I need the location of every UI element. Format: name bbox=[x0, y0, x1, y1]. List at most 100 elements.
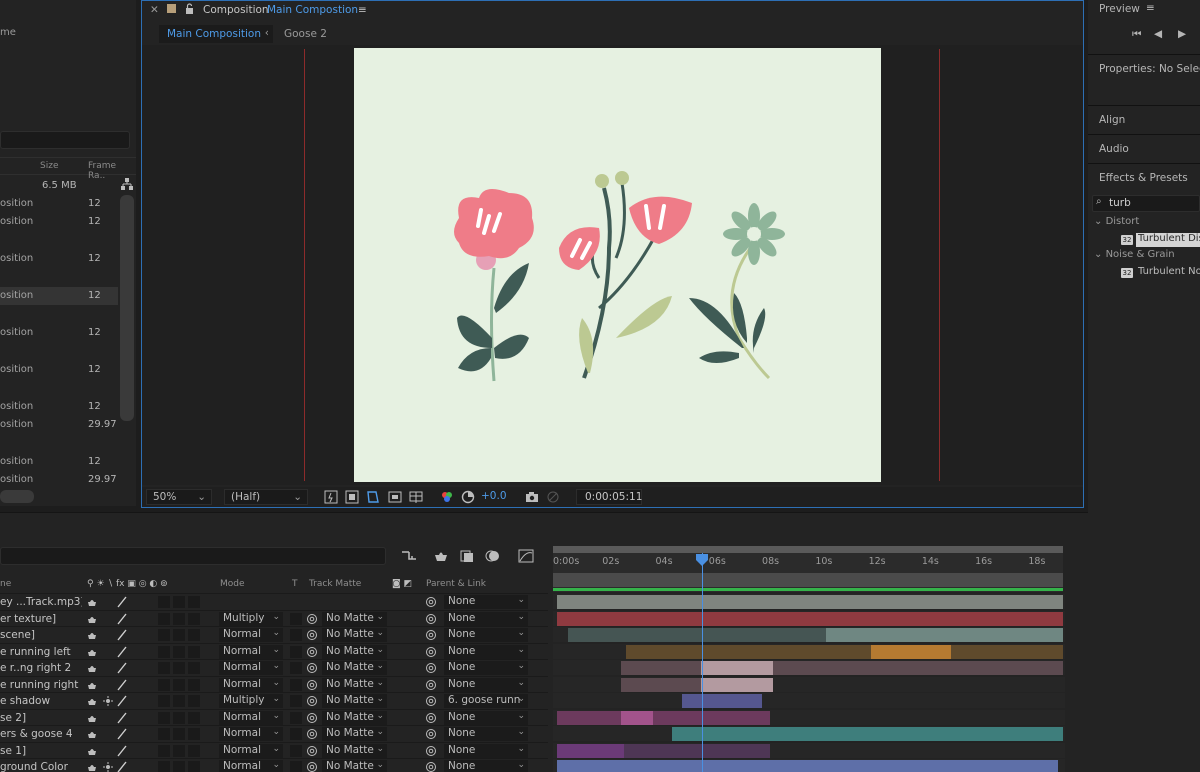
preserve-transparency-box[interactable] bbox=[290, 662, 302, 674]
shy-switch-icon[interactable] bbox=[86, 662, 98, 674]
shy-switch-icon[interactable] bbox=[86, 712, 98, 724]
preserve-transparency-box[interactable] bbox=[290, 629, 302, 641]
quality-switch-icon[interactable] bbox=[116, 613, 128, 625]
layer-switch-box[interactable] bbox=[173, 678, 185, 691]
empty-switch[interactable] bbox=[102, 745, 114, 757]
parent-select[interactable]: None ⌄ bbox=[444, 644, 528, 659]
empty-switch[interactable] bbox=[102, 646, 114, 658]
layer-row[interactable]: ey ...Track.mp3] None ⌄ bbox=[0, 593, 548, 609]
layer-duration-bar[interactable] bbox=[700, 661, 773, 675]
collapse-switch-icon[interactable] bbox=[102, 761, 114, 772]
preserve-transparency-box[interactable] bbox=[290, 711, 302, 724]
quality-switch-icon[interactable] bbox=[116, 596, 128, 608]
audio-panel[interactable]: Audio bbox=[1088, 134, 1200, 162]
layer-switch-box[interactable] bbox=[173, 728, 185, 740]
layer-switch-box[interactable] bbox=[173, 662, 185, 674]
zoom-select[interactable]: 50% ⌄ bbox=[146, 489, 212, 505]
align-panel[interactable]: Align bbox=[1088, 105, 1200, 133]
transparency-grid-icon[interactable] bbox=[345, 490, 359, 504]
snapshot-camera-icon[interactable] bbox=[525, 490, 539, 504]
layer-duration-bar[interactable] bbox=[557, 710, 621, 725]
parent-select[interactable]: None ⌄ bbox=[444, 710, 528, 725]
effect-turbulent-noise[interactable]: Turbulent No bbox=[1136, 266, 1200, 280]
parent-pick-whip-icon[interactable] bbox=[425, 629, 437, 641]
layer-duration-bar[interactable] bbox=[772, 661, 1063, 675]
layer-switch-box[interactable] bbox=[158, 744, 170, 757]
track-matte-select[interactable]: No Matte ⌄ bbox=[322, 644, 387, 659]
layer-row[interactable]: e shadow Multiply ⌄ No Matte ⌄ 6. goose runn ⌄ bbox=[0, 692, 548, 708]
project-item-row[interactable]: osition 29.97 bbox=[0, 471, 118, 489]
layer-row[interactable]: se 2] Normal ⌄ No Matte ⌄ None ⌄ bbox=[0, 708, 548, 725]
current-time-indicator-line[interactable] bbox=[702, 553, 704, 772]
empty-switch[interactable] bbox=[102, 596, 114, 608]
project-item-row[interactable]: osition 12 bbox=[0, 453, 118, 471]
timeline-search-input[interactable] bbox=[0, 547, 386, 565]
project-item-row[interactable]: osition 12 bbox=[0, 361, 118, 379]
layer-row[interactable]: e running left Normal ⌄ No Matte ⌄ None ⌄ bbox=[0, 642, 548, 659]
shy-layers-icon[interactable] bbox=[433, 549, 449, 563]
layer-switch-box[interactable] bbox=[188, 629, 200, 641]
project-search-input[interactable] bbox=[0, 131, 130, 149]
layer-name[interactable]: ground Color bbox=[0, 761, 82, 772]
track-matte-select[interactable]: No Matte ⌄ bbox=[322, 743, 387, 758]
time-ruler[interactable]: 0:00s 02s 04s 06s 08s 10s 12s 14s 16s 18s bbox=[553, 546, 1063, 592]
empty-switch[interactable] bbox=[102, 613, 114, 625]
current-time-indicator-handle[interactable] bbox=[695, 553, 709, 567]
quality-switch-icon[interactable] bbox=[116, 728, 128, 740]
effects-title[interactable]: Effects & Presets bbox=[1099, 172, 1188, 184]
blend-mode-select[interactable]: Normal ⌄ bbox=[219, 727, 283, 741]
quality-switch-icon[interactable] bbox=[116, 679, 128, 691]
quality-switch-icon[interactable] bbox=[116, 629, 128, 641]
layer-duration-bar[interactable] bbox=[951, 644, 1063, 659]
pick-whip-icon[interactable] bbox=[306, 662, 318, 674]
layer-duration-bar[interactable] bbox=[700, 677, 773, 692]
blend-mode-select[interactable]: Normal ⌄ bbox=[219, 710, 283, 725]
preserve-transparency-box[interactable] bbox=[290, 678, 302, 691]
layer-switch-box[interactable] bbox=[158, 612, 170, 625]
preview-panel-title[interactable]: Preview bbox=[1099, 3, 1140, 15]
parent-pick-whip-icon[interactable] bbox=[425, 745, 437, 757]
layer-name[interactable]: e r..ng right 2 bbox=[0, 662, 82, 674]
pick-whip-icon[interactable] bbox=[306, 761, 318, 772]
quality-switch-icon[interactable] bbox=[116, 761, 128, 772]
panel-menu-icon[interactable]: ≡ bbox=[1146, 2, 1155, 14]
parent-select[interactable]: None ⌄ bbox=[444, 760, 528, 772]
column-layer-name[interactable]: ne bbox=[0, 579, 11, 589]
track-matte-select[interactable]: No Matte ⌄ bbox=[322, 694, 387, 708]
layer-row[interactable]: e running right Normal ⌄ No Matte ⌄ None ⌄ bbox=[0, 675, 548, 692]
column-size[interactable]: Size bbox=[40, 161, 58, 171]
layer-name[interactable]: er texture] bbox=[0, 613, 82, 625]
parent-select[interactable]: None ⌄ bbox=[444, 661, 528, 675]
preserve-transparency-box[interactable] bbox=[290, 695, 302, 707]
close-tab-icon[interactable]: ✕ bbox=[150, 4, 159, 16]
pick-whip-icon[interactable] bbox=[306, 695, 318, 707]
motion-blur-icon[interactable] bbox=[485, 549, 501, 563]
collapse-switch-icon[interactable] bbox=[102, 695, 114, 707]
time-navigator[interactable] bbox=[553, 546, 1063, 553]
parent-select[interactable]: None ⌄ bbox=[444, 611, 528, 626]
shy-switch-icon[interactable] bbox=[86, 728, 98, 740]
resolution-select[interactable]: (Half) ⌄ bbox=[224, 489, 308, 505]
reset-exposure-icon[interactable] bbox=[461, 490, 475, 504]
layer-switch-box[interactable] bbox=[188, 678, 200, 691]
layer-row[interactable]: scene] Normal ⌄ No Matte ⌄ None ⌄ bbox=[0, 626, 548, 642]
exposure-value[interactable]: +0.0 bbox=[481, 490, 507, 502]
layer-switch-box[interactable] bbox=[188, 662, 200, 674]
region-of-interest-icon[interactable] bbox=[388, 490, 402, 504]
subtab-main-composition[interactable]: Main Composition ‹ bbox=[159, 25, 273, 43]
empty-switch[interactable] bbox=[102, 629, 114, 641]
current-time-display[interactable]: 0:00:05:11 bbox=[576, 489, 642, 505]
graph-editor-icon[interactable] bbox=[518, 549, 534, 563]
layer-switch-box[interactable] bbox=[158, 695, 170, 707]
empty-switch[interactable] bbox=[102, 679, 114, 691]
column-track-matte[interactable]: Track Matte bbox=[309, 579, 361, 589]
track-matte-select[interactable]: No Matte ⌄ bbox=[322, 628, 387, 642]
shy-switch-icon[interactable] bbox=[86, 646, 98, 658]
parent-pick-whip-icon[interactable] bbox=[425, 646, 437, 658]
empty-switch[interactable] bbox=[102, 728, 114, 740]
empty-switch[interactable] bbox=[102, 662, 114, 674]
layer-switch-box[interactable] bbox=[173, 629, 185, 641]
project-item-row[interactable]: osition 12 bbox=[0, 250, 118, 268]
layer-switch-box[interactable] bbox=[173, 596, 185, 608]
viewer-stage[interactable] bbox=[142, 45, 1083, 485]
